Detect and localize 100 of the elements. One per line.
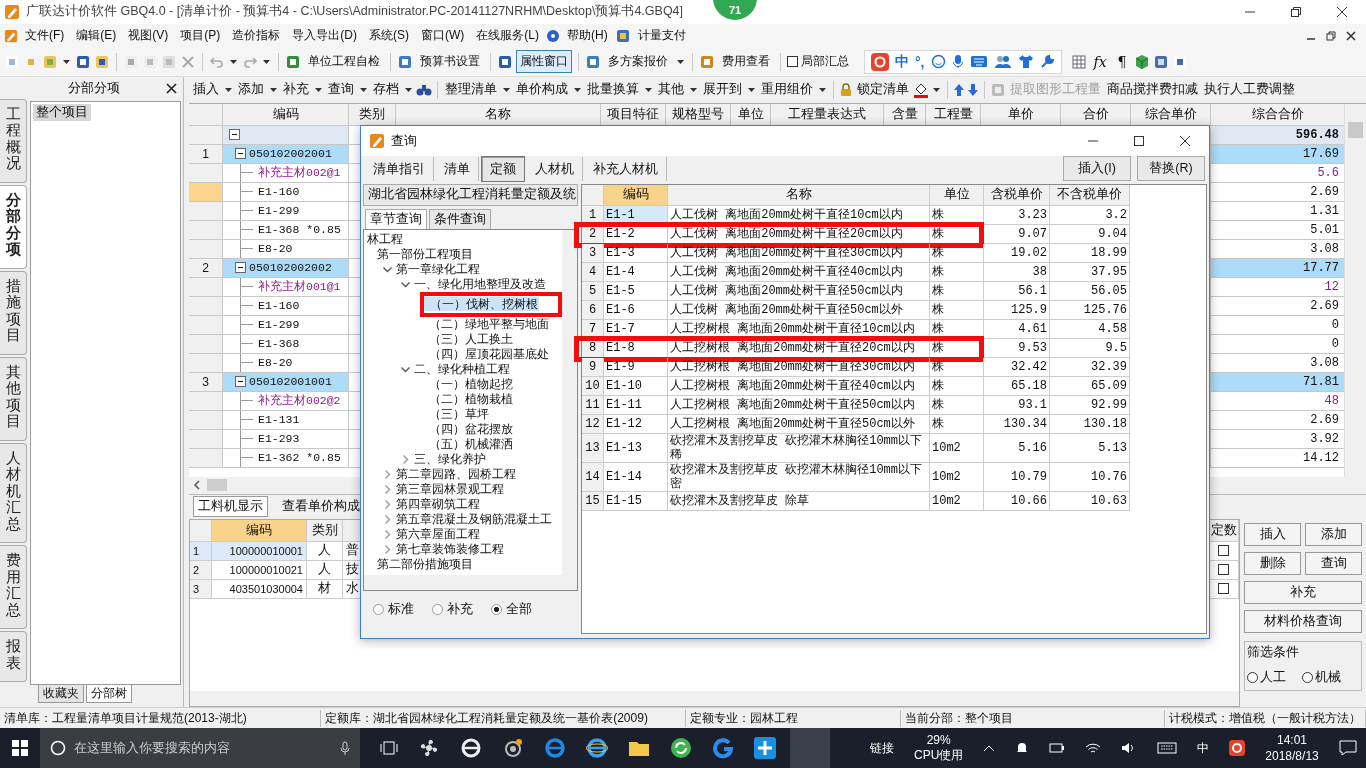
side-tab[interactable]: 分部分项 xyxy=(0,184,27,269)
table-row[interactable]: 15 E1-15 砍挖灌木及割挖草皮 除草 10m2 10.66 10.63 xyxy=(582,491,1130,511)
caret-icon[interactable] xyxy=(933,87,940,92)
caret-icon[interactable] xyxy=(315,87,322,92)
table-row[interactable]: 3 E1-3 人工伐树 离地面20mm处树干直径30cm以内 株 19.02 18.99 xyxy=(582,243,1130,263)
chevron-left-icon[interactable] xyxy=(193,480,201,491)
menu-item[interactable]: 导入导出(D) xyxy=(287,25,362,47)
caret-icon[interactable] xyxy=(748,87,755,92)
checklist-icon[interactable] xyxy=(285,53,301,70)
tree-item[interactable]: （四）盆花摆放 xyxy=(364,421,562,437)
lock-icon[interactable] xyxy=(839,82,853,97)
action-button[interactable]: 材料价格查询 xyxy=(1244,609,1362,633)
maximize-icon[interactable] xyxy=(1133,134,1145,147)
tree-item[interactable]: 第一章绿化工程 xyxy=(364,261,562,277)
tree-item[interactable]: （一）伐树、挖树根 xyxy=(364,291,562,317)
users-icon[interactable] xyxy=(993,54,1012,70)
table-row[interactable]: 1 E1-1 人工伐树 离地面20mm处树干直径10cm以内 株 3.23 3.2 xyxy=(582,205,1130,225)
tab[interactable]: 补充人材机 xyxy=(585,156,667,181)
radio-label[interactable]: 人工 xyxy=(1260,668,1286,686)
paint-bucket-icon[interactable] xyxy=(913,81,929,98)
toolbar-button[interactable]: 补充 xyxy=(281,80,311,100)
collapse-icon[interactable] xyxy=(235,262,246,274)
tree-item[interactable]: 第七章装饰装修工程 xyxy=(364,541,562,557)
caret-icon[interactable] xyxy=(405,87,412,92)
tree-item[interactable]: （三）草坪 xyxy=(364,406,562,422)
toolbar-button[interactable]: 预算书设置 xyxy=(416,50,484,74)
tab[interactable]: 工料机显示 xyxy=(193,496,268,518)
column-header[interactable]: 编码 xyxy=(223,103,349,126)
cube-icon[interactable] xyxy=(1133,53,1150,70)
close-icon[interactable] xyxy=(1336,5,1348,18)
keyboard-icon[interactable] xyxy=(969,55,988,69)
action-button[interactable]: 删除 xyxy=(1244,551,1301,575)
ime-logo-icon[interactable] xyxy=(1229,740,1246,756)
toolbar-button[interactable]: 费用查看 xyxy=(718,50,774,74)
action-button[interactable]: 添加 xyxy=(1305,522,1362,546)
menu-item[interactable]: 系统(S) xyxy=(364,25,414,47)
keyboard-icon[interactable] xyxy=(1157,742,1178,754)
close-icon[interactable] xyxy=(1346,30,1356,41)
radio-label[interactable]: 全部 xyxy=(506,600,532,618)
function-button[interactable]: fx xyxy=(1089,53,1111,70)
table-row[interactable]: 4 E1-4 人工伐树 离地面20mm处树干直径40cm以内 株 38 37.95 xyxy=(582,262,1130,282)
table-row[interactable]: 11 E1-11 人工挖树根 离地面20mm处树干直径50cm以内 株 93.1 92.99 xyxy=(582,395,1130,415)
panel-tab[interactable]: 分部树 xyxy=(86,685,132,704)
checkbox[interactable] xyxy=(787,56,798,68)
radio-label[interactable]: 补充 xyxy=(447,600,473,618)
tree-item[interactable]: 第四章砌筑工程 xyxy=(364,496,562,512)
shirt-icon[interactable] xyxy=(1017,54,1034,70)
tree-item[interactable]: 一、绿化用地整理及改造 xyxy=(364,276,562,292)
clock-date[interactable]: 2018/8/13 xyxy=(1265,748,1319,764)
tree-item[interactable]: 整个项目 xyxy=(33,103,91,121)
close-icon[interactable] xyxy=(166,83,177,95)
window-icon[interactable] xyxy=(497,53,513,70)
caret-icon[interactable] xyxy=(819,87,826,92)
action-button[interactable]: 替换(R) xyxy=(1137,156,1205,182)
folder-icon[interactable] xyxy=(94,53,110,70)
panel-tab[interactable]: 收藏夹 xyxy=(38,685,84,704)
binoculars-icon[interactable] xyxy=(416,82,432,97)
tree-item[interactable]: 第二部份措施项目 xyxy=(364,556,562,572)
toolbar-button[interactable]: 属性窗口 xyxy=(516,50,572,74)
tab[interactable]: 清单 xyxy=(436,156,479,181)
column-header[interactable]: 编码 xyxy=(212,519,307,542)
action-button[interactable]: 插入(I) xyxy=(1063,156,1131,182)
help-icon[interactable] xyxy=(546,28,560,43)
tree-item[interactable]: 第五章混凝土及钢筋混凝土工 xyxy=(364,511,562,527)
toolbar-button[interactable]: 商品搅拌费扣减 xyxy=(1105,80,1200,100)
ime-punctuation[interactable]: °, xyxy=(915,53,925,70)
arrow-up-icon[interactable] xyxy=(953,82,965,97)
caret-icon[interactable] xyxy=(645,87,652,92)
microphone-icon[interactable] xyxy=(340,740,350,756)
list-icon[interactable] xyxy=(1171,53,1188,70)
menu-item[interactable]: 项目(P) xyxy=(175,25,226,47)
toolbar-button[interactable]: 多方案报价 xyxy=(604,50,672,74)
menu-item[interactable]: 造价指标 xyxy=(227,25,286,47)
paragraph-button[interactable]: ¶ xyxy=(1113,53,1131,70)
toolbar-button[interactable]: 添加 xyxy=(236,80,266,100)
tab[interactable]: 定额 xyxy=(481,155,525,182)
caret-icon[interactable] xyxy=(63,59,70,64)
table-row[interactable]: 5 E1-5 人工伐树 离地面20mm处树干直径50cm以内 株 56.1 56.05 xyxy=(582,281,1130,301)
action-button[interactable]: 补充 xyxy=(1244,580,1362,604)
table-row[interactable]: 12 E1-12 人工挖树根 离地面20mm处树干直径50cm以外 株 130.34 130.18 xyxy=(582,414,1130,434)
radio-label[interactable]: 机械 xyxy=(1315,668,1341,686)
menu-item[interactable]: 编辑(E) xyxy=(71,25,122,47)
table-row[interactable]: 10 E1-10 人工挖树根 离地面20mm处树干直径40cm以内 株 65.18 65.09 xyxy=(582,376,1130,396)
column-header[interactable]: 含税单价 xyxy=(984,184,1050,206)
toolbar-button[interactable]: 插入 xyxy=(191,80,221,100)
notification-icon[interactable] xyxy=(1338,740,1357,756)
browser-icon[interactable] xyxy=(586,737,608,759)
tree-item[interactable]: （一）植物起挖 xyxy=(364,376,562,392)
toolbar-button[interactable]: 单价构成 xyxy=(514,80,570,100)
tree-item[interactable]: 林工程 xyxy=(364,231,562,247)
menu-item[interactable]: 文件(F) xyxy=(20,25,70,47)
tree-item[interactable]: （五）机械灌洒 xyxy=(364,436,562,452)
caret-icon[interactable] xyxy=(574,87,581,92)
tree-item[interactable]: 第一部份工程项目 xyxy=(364,246,562,262)
wrench-icon[interactable] xyxy=(1039,54,1055,70)
tree-item[interactable]: 第六章屋面工程 xyxy=(364,526,562,542)
restore-icon[interactable] xyxy=(1326,30,1336,41)
caret-icon[interactable] xyxy=(690,87,697,92)
side-tab[interactable]: 人材机汇总 xyxy=(0,442,27,544)
bell-icon[interactable] xyxy=(1015,741,1030,755)
